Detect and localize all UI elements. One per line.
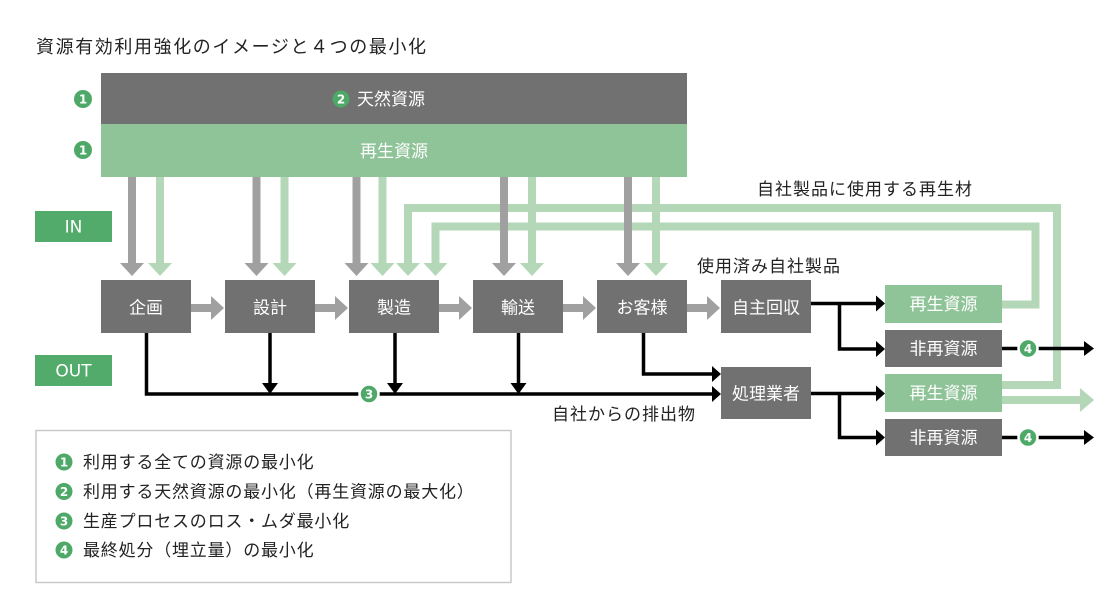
contractor-nonrecycled-label: 非再資源	[910, 429, 978, 449]
final-disposal-marker-number: 4	[1024, 342, 1032, 356]
emission-arrowhead	[712, 386, 721, 402]
recycled-input-arrow-shaft	[378, 177, 387, 264]
legend-badge-number: 3	[60, 515, 68, 529]
diagram-title: 資源有効利用強化のイメージと４つの最小化	[36, 37, 428, 58]
legend-badge-number: 2	[60, 485, 68, 499]
process-arrowhead	[707, 296, 720, 320]
row-badge-number: 1	[79, 144, 87, 158]
process-loss-marker-number: 3	[365, 388, 373, 402]
contractor-recycled-label: 再生資源	[910, 384, 978, 404]
process-label-transport: 輸送	[501, 299, 535, 319]
inner-recycle-loop-arrowhead	[423, 263, 448, 276]
customer-output-line	[641, 333, 713, 376]
process-arrowhead	[459, 296, 472, 320]
process-arrow-shaft	[191, 304, 212, 312]
recycled-input-arrowhead	[272, 263, 297, 276]
process-label-customer: お客様	[617, 299, 668, 319]
contractor-to-recycled-arrowhead	[876, 385, 885, 402]
emission-collector-line	[144, 333, 713, 396]
company-emissions-label: 自社からの排出物	[552, 405, 696, 425]
process-label-design: 設計	[253, 299, 287, 319]
natural-input-arrow-shaft	[500, 177, 508, 264]
collection-to-recycled-arrowhead	[876, 295, 885, 312]
row-badge-number: 1	[79, 93, 87, 107]
natural-input-arrow-shaft	[252, 177, 261, 264]
recycled-resource-label: 再生資源	[360, 142, 428, 162]
legend-badge-number: 1	[60, 456, 68, 470]
legend-item-text: 最終処分（埋立量）の最小化	[83, 541, 314, 561]
natural-input-arrow-shaft	[624, 177, 632, 264]
natural-input-arrowhead	[616, 263, 640, 276]
process-arrowhead	[335, 296, 348, 320]
legend: 1 利用する全ての資源の最小化 2 利用する天然資源の最小化（再生資源の最大化）…	[35, 429, 512, 584]
natural-resource-label: 天然資源	[357, 90, 425, 110]
process-arrowhead	[211, 296, 224, 320]
in-label: IN	[65, 218, 83, 238]
natural-input-arrow-shaft	[352, 177, 361, 264]
natural-input-arrowhead	[244, 263, 269, 276]
recycled-input-arrow-shaft	[528, 177, 536, 264]
out-label: OUT	[55, 362, 92, 382]
process-arrow-shaft	[439, 304, 460, 312]
external-recycle-arrow-shaft	[1002, 396, 1082, 404]
used-products-label: 使用済み自社製品	[697, 256, 841, 277]
external-recycle-arrowhead	[1080, 388, 1094, 412]
natural-input-arrowhead	[120, 263, 144, 276]
outer-recycle-loop-arrowhead	[396, 263, 420, 276]
process-label-planning: 企画	[129, 299, 163, 319]
process-arrow-shaft	[563, 304, 584, 312]
recycled-material-loop-label: 自社製品に使用する再生材	[757, 179, 973, 200]
process-label-manufacturing: 製造	[377, 299, 411, 319]
collection-to-nonrecycled-arrowhead	[876, 341, 885, 357]
process-label-self-collection: 自主回収	[732, 299, 800, 319]
disposal-contractor-label: 処理業者	[732, 385, 800, 405]
recycled-input-arrow-shaft	[156, 177, 164, 264]
collection-recycled-label: 再生資源	[910, 295, 978, 315]
recycled-input-arrowhead	[520, 263, 544, 276]
contractor-to-nonrecycled-arrowhead	[876, 429, 885, 446]
contractor-to-nonrecycled-line	[837, 393, 877, 440]
recycled-input-arrow-shaft	[280, 177, 289, 264]
natural-input-arrow-shaft	[128, 177, 136, 264]
final-disposal-arrowhead	[1084, 430, 1094, 445]
recycled-input-arrowhead	[370, 263, 395, 276]
customer-output-arrowhead	[712, 366, 721, 382]
collection-to-nonrecycled-line	[837, 303, 877, 351]
recycled-input-arrow-shaft	[652, 177, 660, 264]
legend-badge-number: 4	[60, 544, 68, 558]
resource-bar: 2 天然資源 再生資源 1 1	[74, 73, 687, 177]
resource-flow-diagram: 資源有効利用強化のイメージと４つの最小化 2 天然資源 再生資源 1 1 IN …	[35, 37, 1094, 584]
final-disposal-arrowhead	[1084, 341, 1094, 356]
natural-resource-badge-number: 2	[337, 93, 345, 107]
natural-input-arrowhead	[492, 263, 516, 276]
process-steps: 企画 設計 製造 輸送 お客様 自主回収 処理業者	[101, 280, 811, 419]
process-arrowhead	[583, 296, 596, 320]
recycled-input-arrowhead	[644, 263, 668, 276]
collection-nonrecycled-label: 非再資源	[910, 340, 978, 360]
destinations: 再生資源 非再資源 再生資源 非再資源	[885, 285, 1002, 456]
natural-input-arrowhead	[344, 263, 369, 276]
process-arrow-shaft	[315, 304, 336, 312]
legend-item-text: 利用する天然資源の最小化（再生資源の最大化）	[83, 483, 475, 503]
legend-item-text: 利用する全ての資源の最小化	[83, 453, 314, 473]
legend-item-text: 生産プロセスのロス・ムダ最小化	[83, 512, 350, 532]
final-disposal-marker-number: 4	[1024, 431, 1032, 445]
recycled-input-arrowhead	[148, 263, 172, 276]
process-arrow-shaft	[687, 304, 708, 312]
